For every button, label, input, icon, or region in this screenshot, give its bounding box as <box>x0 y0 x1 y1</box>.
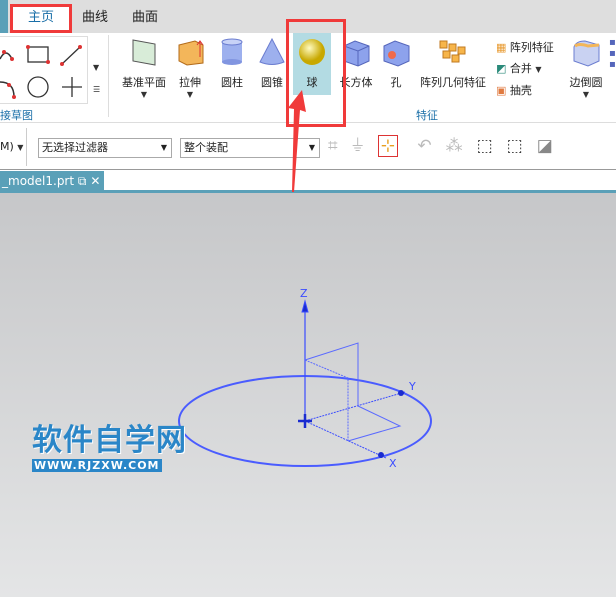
x-axis <box>304 420 387 459</box>
rectangle-icon <box>27 46 49 63</box>
feature-group-label: 特征 <box>416 109 438 122</box>
csys-planes <box>304 342 402 442</box>
pattern-geometry-button[interactable]: 阵列几何特征 <box>418 37 488 90</box>
rect-select-icon[interactable]: ⬚ <box>507 136 537 156</box>
more-tools-clipped: ▪ ▪ ▪ <box>609 37 616 70</box>
datum-plane-icon <box>132 39 156 66</box>
unite-icon: ◩ <box>496 62 507 75</box>
type-filter-select[interactable]: 无选择过滤器 ▼ <box>38 138 172 158</box>
snap-icon[interactable]: ⌗ <box>328 136 352 156</box>
close-icon[interactable]: ✕ <box>90 174 100 188</box>
filter-disabled-icon[interactable]: ⏚ <box>352 136 378 156</box>
datum-plane-button[interactable]: 基准平面 ▼ <box>118 37 170 99</box>
arc-icon <box>0 50 14 61</box>
gallery-scroll-down[interactable]: ▼ <box>93 63 99 72</box>
cone-button[interactable]: 圆锥 <box>254 37 290 90</box>
sphere-preview: Z Y X <box>178 287 432 470</box>
shell-icon: ▣ <box>496 84 507 97</box>
app-strip <box>0 0 8 33</box>
pattern-feature-button[interactable]: ▦ 阵列特征 <box>496 37 568 58</box>
origin-marker <box>298 414 312 428</box>
hole-icon <box>383 40 410 67</box>
view-icon[interactable]: ◪ <box>537 136 567 156</box>
z-arrow <box>301 299 309 313</box>
sketch-group-label: 接草图 <box>0 109 33 122</box>
unite-button[interactable]: ◩ 合并 ▼ <box>496 58 568 80</box>
shell-button[interactable]: ▣ 抽壳 <box>496 80 568 101</box>
line-icon <box>61 46 81 65</box>
tab-curve[interactable]: 曲线 <box>72 6 118 33</box>
arc2-icon <box>0 81 15 98</box>
menu-dropdown[interactable]: M) ▼ <box>0 140 23 153</box>
extrude-icon <box>178 40 204 66</box>
selection-tools: ⌗⏚ ⊹ ↶⁂⬚⬚◪ <box>328 135 567 157</box>
circle-icon <box>27 76 49 98</box>
tab-surface[interactable]: 曲面 <box>122 6 168 33</box>
sketch-gallery <box>0 36 88 104</box>
pointer-arrow <box>288 90 306 192</box>
popout-icon[interactable]: ⧉ <box>78 174 87 188</box>
highlight-home-tab <box>10 4 72 33</box>
cube-select-icon[interactable]: ⬚ <box>477 136 507 156</box>
edge-blend-icon <box>573 40 600 67</box>
cylinder-button[interactable]: 圆柱 <box>214 37 250 90</box>
z-axis-label: Z <box>300 287 308 300</box>
gallery-expand[interactable]: ☰ <box>93 85 100 94</box>
feature-small-buttons: ▦ 阵列特征 ◩ 合并 ▼ ▣ 抽壳 <box>496 37 568 101</box>
hole-button[interactable]: 孔 <box>380 37 412 90</box>
undo-select-icon[interactable]: ↶ <box>417 136 445 156</box>
graphics-viewport[interactable]: Z Y X 软件自学网 WWW.RJZXW.COM <box>0 193 616 597</box>
extrude-button[interactable]: 拉伸 ▼ <box>172 37 208 99</box>
assembly-icon[interactable]: ⁂ <box>446 136 477 156</box>
y-axis-label: Y <box>408 380 416 393</box>
y-axis <box>304 391 406 422</box>
pattern-geometry-icon <box>439 40 466 63</box>
point-icon <box>62 77 82 97</box>
x-axis-label: X <box>389 457 397 470</box>
pattern-feature-icon: ▦ <box>496 41 507 54</box>
select-filter-icon[interactable]: ⊹ <box>377 135 398 157</box>
cone-icon <box>259 37 285 65</box>
edge-blend-button[interactable]: 边倒圆 ▼ <box>566 37 606 99</box>
cylinder-icon <box>221 38 243 65</box>
watermark: 软件自学网 WWW.RJZXW.COM <box>32 423 187 472</box>
document-tab[interactable]: _model1.prt ⧉ ✕ <box>0 171 104 193</box>
